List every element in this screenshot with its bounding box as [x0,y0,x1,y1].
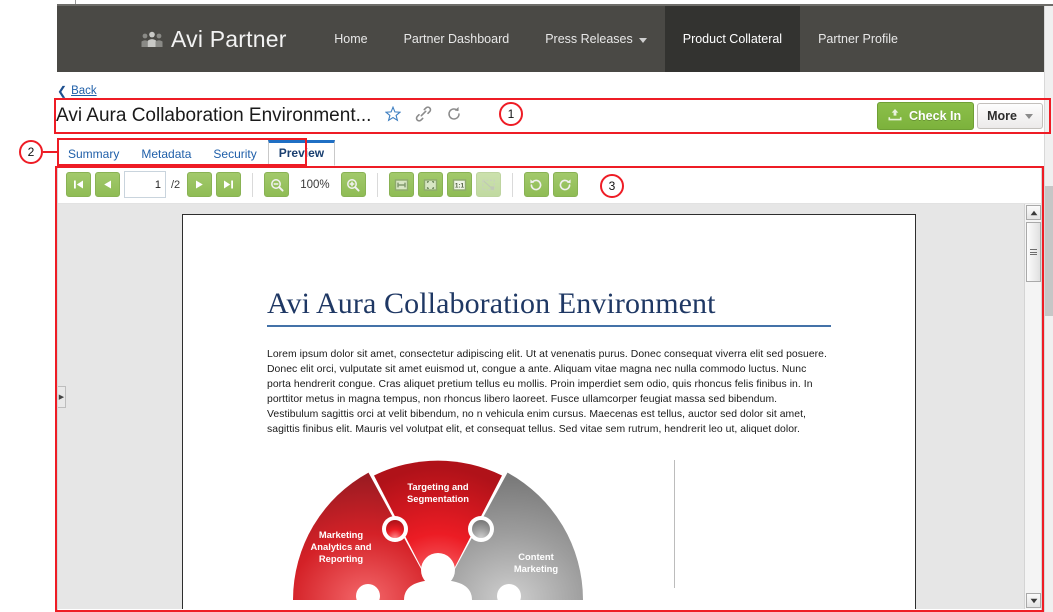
scroll-up-arrow-icon[interactable] [1026,205,1041,220]
zoom-level-label: 100% [300,178,330,191]
tab-summary[interactable]: Summary [57,142,130,166]
rotate-left-button[interactable] [523,172,549,197]
svg-text:Segmentation: Segmentation [407,493,469,504]
tab-preview[interactable]: Preview [267,140,336,166]
marketing-wheel-diagram: Marketing Analytics and Reporting Target… [267,459,831,600]
page-scrollbar-thumb[interactable] [1045,186,1053,316]
nav-press-releases[interactable]: Press Releases [527,6,665,72]
nav-partner-dashboard-label: Partner Dashboard [403,32,510,46]
preview-panel: /2 100% [57,166,1042,612]
document-heading: Avi Aura Collaboration Environment [267,287,716,320]
nav-home-label: Home [334,32,368,46]
preview-toolbar: /2 100% [58,166,1041,204]
zoom-in-button[interactable] [340,172,366,197]
next-page-button[interactable] [187,172,213,197]
document-scrollbar-thumb[interactable] [1026,222,1041,282]
check-in-label: Check In [909,109,962,123]
tab-metadata-label: Metadata [141,147,192,161]
detail-tabs: Summary Metadata Security Preview [57,140,336,166]
callout-badge-1-number: 1 [507,107,515,121]
svg-text:Analytics and: Analytics and [311,541,372,552]
figure-divider-rule [674,459,675,588]
svg-text:Targeting and: Targeting and [407,481,469,492]
document-page: Avi Aura Collaboration Environment Lorem… [182,214,916,609]
previous-page-button[interactable] [95,172,120,197]
more-button[interactable]: More [977,103,1043,129]
last-page-button[interactable] [216,172,242,197]
scroll-down-arrow-icon[interactable] [1026,593,1041,608]
page-number-input[interactable] [124,171,166,198]
check-in-button[interactable]: Check In [877,102,975,130]
tab-metadata[interactable]: Metadata [130,142,202,166]
brand-text: Avi Partner [171,25,287,52]
toolbar-separator-1 [252,172,254,197]
svg-text:Reporting: Reporting [319,553,364,564]
title-action-buttons: Check In More [877,102,1051,130]
site-header: Avi Partner Home Partner Dashboard Press… [57,6,1053,72]
rotate-right-button[interactable] [552,172,578,197]
toolbar-separator-3 [511,172,513,197]
refresh-icon[interactable] [446,106,462,127]
link-icon[interactable] [415,105,432,127]
callout-badge-1: 1 [499,102,523,126]
callout-badge-2-number: 2 [27,145,35,159]
left-gutter [0,0,57,612]
svg-text:Marketing: Marketing [514,563,559,574]
actual-size-button[interactable]: 1:1 [446,172,472,197]
callout-badge-3-number: 3 [608,179,616,193]
upload-icon [888,108,902,124]
nav-partner-profile-label: Partner Profile [818,32,898,46]
collapse-sidebar-handle[interactable]: ▶ [58,386,66,408]
select-region-button[interactable] [475,172,501,197]
app-root: Avi Partner Home Partner Dashboard Press… [0,0,1053,612]
nav-product-collateral[interactable]: Product Collateral [664,6,801,72]
document-view-area[interactable]: ▶ Avi Aura Collaboration Environment Lor… [58,204,1041,609]
scrollbar-grip-icon [1030,248,1037,257]
fit-page-button[interactable] [417,172,443,197]
svg-text:1:1: 1:1 [454,182,464,189]
toolbar-separator-2 [376,172,378,197]
nav-partner-profile[interactable]: Partner Profile [800,6,916,72]
title-icon-group [385,105,462,127]
chevron-left-icon: ❮ [57,84,68,98]
callout-badge-3: 3 [600,174,624,198]
callout-badge-2: 2 [19,140,43,164]
chevron-down-icon [638,37,647,43]
first-page-button[interactable] [66,172,91,197]
page-vertical-scrollbar[interactable] [1044,6,1053,612]
svg-text:Content: Content [518,551,553,562]
nav-home[interactable]: Home [316,6,385,72]
back-link[interactable]: ❮ Back [57,85,97,97]
nav-press-releases-label: Press Releases [545,32,633,46]
nav-product-collateral-label: Product Collateral [682,32,783,46]
zoom-out-button[interactable] [264,172,290,197]
document-heading-rule [267,325,831,327]
document-vertical-scrollbar[interactable] [1024,204,1041,609]
svg-text:Marketing: Marketing [319,529,364,540]
nav-partner-dashboard[interactable]: Partner Dashboard [386,6,528,72]
tab-security-label: Security [213,147,257,161]
document-body-paragraph: Lorem ipsum dolor sit amet, consectetur … [267,349,827,436]
caret-down-icon [1025,113,1033,119]
tab-preview-label: Preview [278,146,325,160]
annotation-connector-2 [43,151,57,153]
people-group-icon [141,30,163,48]
document-title-bar: Avi Aura Collaboration Environment... Ch… [54,98,1051,134]
page-total-label: /2 [171,178,181,191]
tab-security[interactable]: Security [202,142,267,166]
main-navigation: Home Partner Dashboard Press Releases Pr… [316,6,1053,72]
back-row: ❮ Back [57,82,1053,98]
brand[interactable]: Avi Partner [141,26,287,53]
more-label: More [987,109,1017,123]
page-title: Avi Aura Collaboration Environment... [56,105,372,126]
fit-width-button[interactable] [388,172,414,197]
tab-summary-label: Summary [68,147,120,161]
favorite-star-icon[interactable] [385,105,402,127]
back-link-label: Back [71,85,97,97]
